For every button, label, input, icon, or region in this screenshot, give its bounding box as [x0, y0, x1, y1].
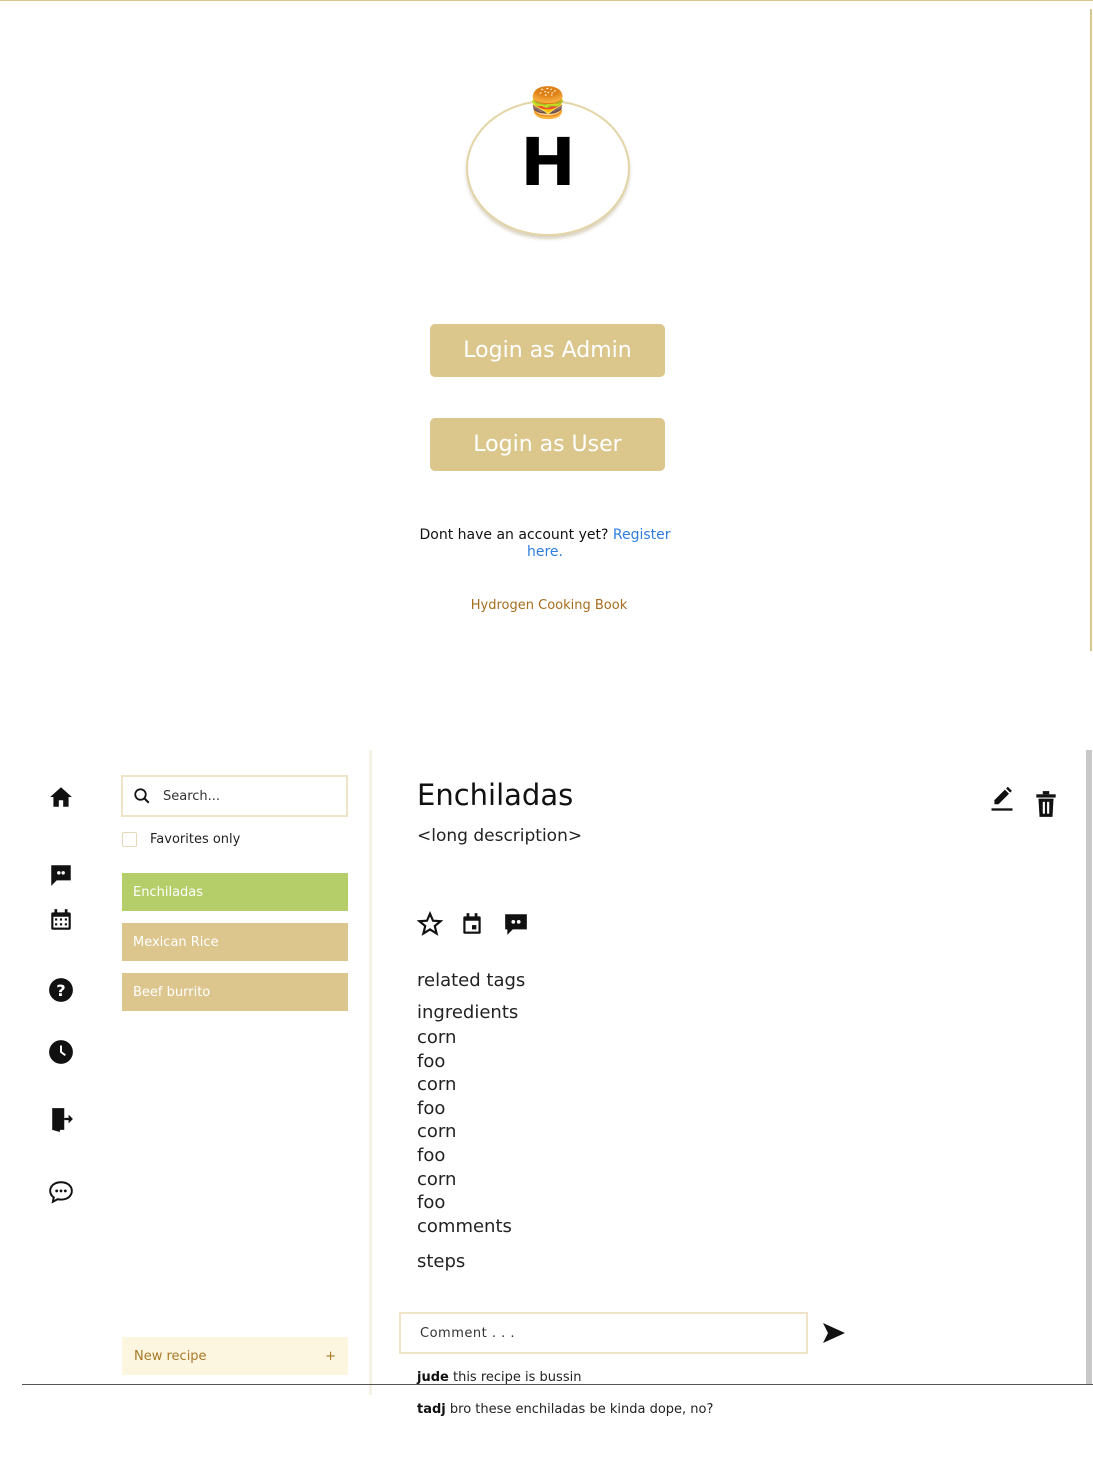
clock-icon[interactable]	[47, 1038, 75, 1066]
app-footer: Hydrogen Cooking Book	[470, 598, 628, 613]
comment-input[interactable]	[418, 1324, 802, 1342]
recipe-list-item[interactable]: Beef burrito	[122, 973, 348, 1011]
new-recipe-button[interactable]: New recipe +	[122, 1337, 348, 1375]
search-box[interactable]	[121, 775, 348, 817]
ingredient-item: foo	[417, 1050, 446, 1072]
ingredient-item: foo	[417, 1144, 446, 1166]
plus-icon: +	[325, 1348, 336, 1364]
star-icon[interactable]	[417, 911, 443, 937]
panel-border	[1090, 9, 1092, 651]
home-icon[interactable]	[47, 783, 75, 811]
ingredients-heading: ingredients	[417, 1002, 519, 1023]
ingredient-item: corn	[417, 1168, 457, 1190]
login-user-button[interactable]: Login as User	[430, 418, 665, 471]
recipe-list-item[interactable]: Enchiladas	[122, 873, 348, 911]
comment-text: this recipe is bussin	[452, 1370, 582, 1385]
chat-bubble-icon[interactable]	[47, 1178, 75, 1206]
favorites-checkbox[interactable]	[122, 832, 137, 847]
sidebar-divider	[369, 750, 372, 1395]
comment-author: jude	[417, 1370, 449, 1385]
comment-item: jude this recipe is bussin	[417, 1370, 581, 1385]
search-input[interactable]	[161, 787, 335, 805]
ingredient-item: corn	[417, 1027, 457, 1048]
favorites-filter[interactable]: Favorites only	[122, 832, 240, 847]
recipe-title: Enchiladas	[417, 778, 574, 812]
related-tags-heading: related tags	[417, 970, 526, 991]
comment-box[interactable]	[399, 1312, 808, 1354]
burger-icon: 🍔	[529, 86, 567, 121]
edit-icon[interactable]	[988, 785, 1016, 813]
recipe-description: <long description>	[417, 826, 583, 846]
logout-icon[interactable]	[47, 1105, 75, 1133]
ingredients-list: corn foo corn foo corn foo corn foo	[417, 1026, 456, 1215]
steps-heading: steps	[417, 1251, 466, 1272]
new-recipe-label: New recipe	[134, 1348, 207, 1364]
login-panel: 🍔 H Login as Admin Login as User Dont ha…	[0, 0, 1093, 651]
send-icon[interactable]	[822, 1322, 846, 1344]
register-prompt-text: Dont have an account yet?	[419, 527, 609, 543]
svg-text:?: ?	[56, 981, 65, 1000]
login-admin-button[interactable]: Login as Admin	[430, 324, 665, 377]
chat-icon[interactable]	[47, 861, 75, 889]
favorites-label: Favorites only	[150, 832, 241, 847]
trash-icon[interactable]	[1033, 790, 1059, 818]
comment-icon[interactable]	[503, 911, 529, 937]
ingredient-item: corn	[417, 1074, 457, 1096]
logo-letter: H	[520, 124, 576, 201]
comment-author: tadj	[417, 1402, 446, 1417]
calendar-icon[interactable]	[47, 906, 75, 934]
comment-text: bro these enchiladas be kinda dope, no?	[449, 1402, 714, 1417]
help-icon[interactable]: ?	[47, 976, 75, 1004]
register-prompt: Dont have an account yet? Register here.	[400, 527, 690, 561]
recipe-list-item[interactable]: Mexican Rice	[122, 923, 348, 961]
comments-heading: comments	[417, 1216, 512, 1237]
search-icon	[134, 788, 150, 804]
ingredient-item: foo	[417, 1097, 446, 1119]
scrollbar[interactable]	[1086, 750, 1092, 1384]
calendar-icon[interactable]	[459, 911, 485, 937]
ingredient-item: foo	[417, 1192, 446, 1214]
ingredient-item: corn	[417, 1121, 457, 1143]
comment-item: tadj bro these enchiladas be kinda dope,…	[417, 1402, 713, 1417]
